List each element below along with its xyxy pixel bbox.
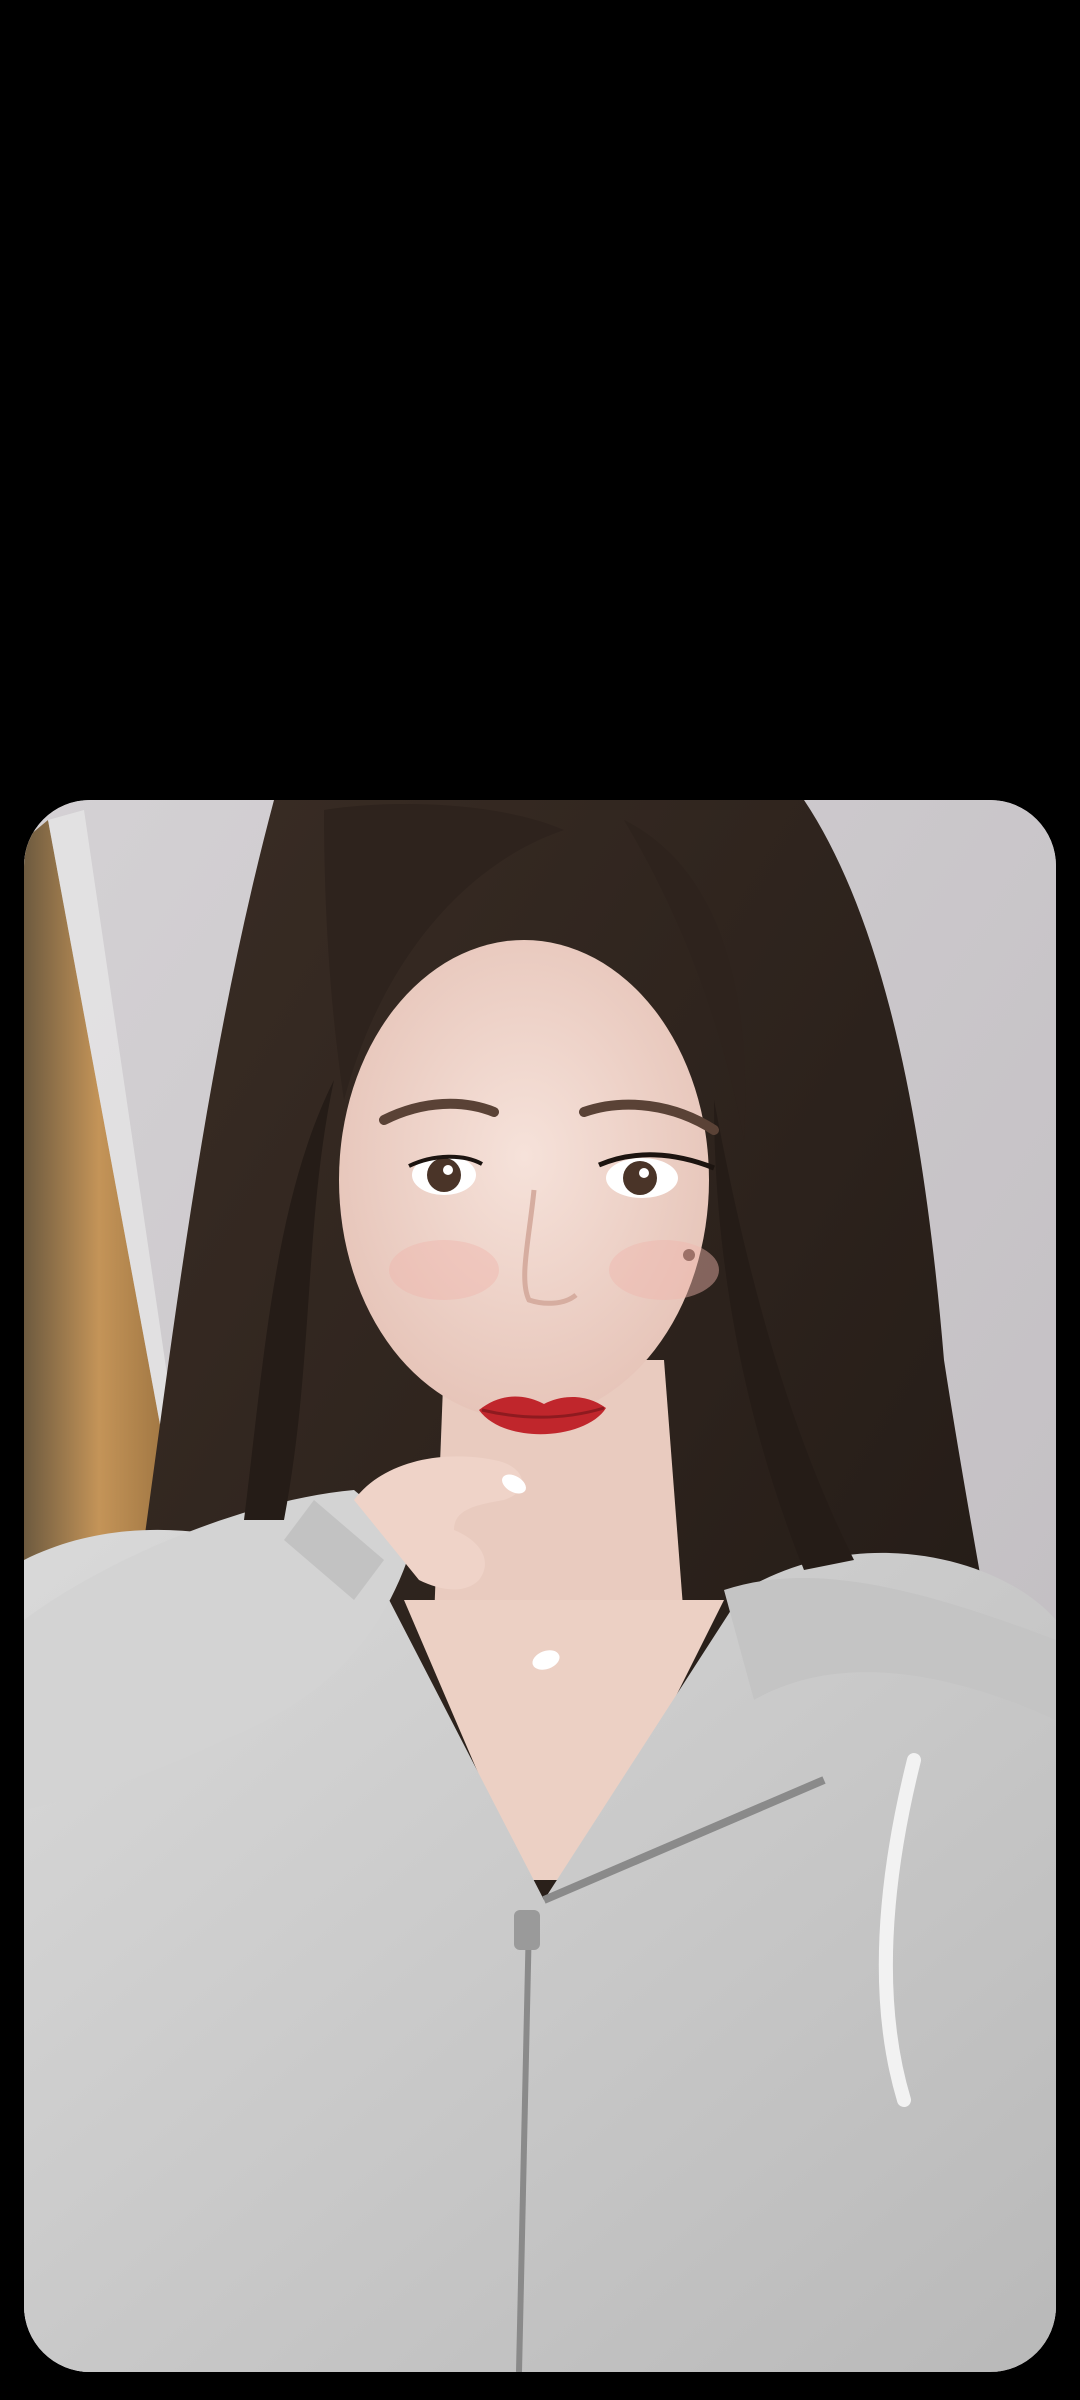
photo-card[interactable] [24, 800, 1056, 2372]
photo-viewer-screen [0, 0, 1080, 2400]
portrait-photo [24, 800, 1056, 2372]
